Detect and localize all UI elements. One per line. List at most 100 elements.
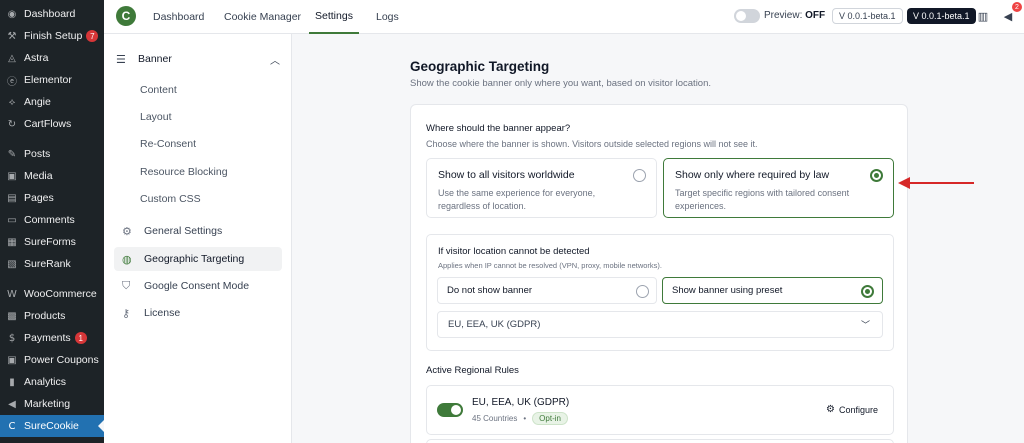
preview-label: Preview: OFF (764, 10, 826, 21)
fallback-option-preset[interactable]: Show banner using preset (662, 277, 883, 304)
wp-menu-woocommerce[interactable]: W WooCommerce (0, 283, 104, 305)
wp-menu-marketing[interactable]: ◀ Marketing (0, 393, 104, 415)
nav-content[interactable]: Content (140, 84, 177, 96)
astra-icon: ◬ (8, 52, 16, 64)
docs-icon[interactable]: ▥ (975, 8, 991, 24)
banner-group[interactable]: ☰ Banner ︿ (116, 48, 284, 70)
nav-geographic-targeting-label: Geographic Targeting (144, 253, 245, 265)
wp-menu-label: Astra (24, 52, 49, 64)
radio-worldwide[interactable] (633, 169, 646, 182)
wp-menu-surerank[interactable]: ▧ SureRank (0, 253, 104, 275)
tab-dashboard[interactable]: Dashboard (153, 0, 204, 34)
wp-menu-label: Analytics (24, 376, 67, 388)
pin-icon: ✎ (7, 148, 17, 160)
wp-menu-products[interactable]: ▩ Products (0, 305, 104, 327)
nav-custom-css[interactable]: Custom CSS (140, 193, 201, 205)
option-required-by-law-title: Show only where required by law (675, 169, 830, 181)
settings-nav: ☰ Banner ︿ Content Layout Re-Consent Res… (104, 34, 292, 443)
nav-license[interactable]: ⚷ License (114, 301, 282, 325)
surecookie-icon: C (8, 420, 16, 432)
wp-menu-dashboard[interactable]: ◉ Dashboard (0, 3, 104, 25)
annotation-arrow (898, 177, 974, 189)
top-bar: C Dashboard Cookie Manager Settings Logs… (104, 0, 1024, 34)
surecookie-logo[interactable]: C (116, 6, 136, 26)
wp-menu-label: Power Coupons (24, 354, 99, 366)
nav-google-consent-mode[interactable]: ⛉ Google Consent Mode (114, 274, 282, 298)
rule-enable-toggle[interactable] (437, 403, 463, 417)
nav-geographic-targeting[interactable]: ◍ Geographic Targeting (114, 247, 282, 271)
update-count-badge: 1 (74, 332, 87, 344)
wp-menu-surecookie[interactable]: C SureCookie (0, 415, 104, 437)
nav-general-settings-label: General Settings (144, 225, 223, 237)
gear-icon: ⚙ (122, 224, 132, 238)
rule-name: EU, EEA, UK (GDPR) (472, 397, 570, 408)
wp-menu-comments[interactable]: ▭ Comments (0, 209, 104, 231)
nav-resource-blocking[interactable]: Resource Blocking (140, 166, 228, 178)
coupons-icon: ▣ (7, 354, 17, 366)
elementor-icon: ⓔ (7, 76, 17, 88)
preview-toggle[interactable] (734, 9, 760, 23)
wp-menu-pages[interactable]: ▤ Pages (0, 187, 104, 209)
key-icon: ⚷ (122, 306, 131, 320)
products-icon: ▩ (7, 310, 17, 322)
version-badge: V 0.0.1-beta.1 (832, 8, 903, 24)
wp-menu-finish-setup[interactable]: ⚒ Finish Setup 7 (0, 25, 104, 47)
wp-menu-label: Posts (24, 148, 51, 160)
wp-menu-label: Dashboard (24, 8, 76, 20)
rule-country-count: 45 Countries (472, 414, 518, 423)
nav-general-settings[interactable]: ⚙ General Settings (114, 219, 282, 243)
radio-hide-banner[interactable] (636, 285, 649, 298)
wp-menu-label: Products (24, 310, 66, 322)
wp-menu-sureforms[interactable]: ▦ SureForms (0, 231, 104, 253)
wp-menu-label: WooCommerce (24, 288, 97, 300)
tab-logs[interactable]: Logs (376, 0, 399, 34)
analytics-icon: ▮ (9, 376, 15, 388)
chevron-up-icon[interactable]: ︿ (270, 52, 280, 67)
cartflows-icon: ↻ (7, 118, 17, 130)
tab-settings[interactable]: Settings (309, 0, 359, 34)
regional-rule-row (426, 385, 894, 435)
option-required-by-law[interactable]: Show only where required by law Target s… (663, 158, 894, 218)
update-count-badge: 7 (86, 30, 99, 42)
notification-badge: 2 (1012, 2, 1022, 12)
wp-admin-sidebar: ◉ Dashboard ⚒ Finish Setup 7 ◬ Astra ⓔ Elementor… (0, 0, 104, 443)
banner-group-label: Banner (138, 53, 172, 65)
regional-rule-row-next (426, 439, 894, 443)
question-description: Choose where the banner is shown. Visito… (426, 139, 758, 149)
comment-icon: ▭ (7, 214, 17, 226)
wp-menu-label: Elementor (24, 74, 72, 86)
wp-menu-elementor[interactable]: ⓔ Elementor (0, 69, 104, 91)
option-worldwide[interactable]: Show to all visitors worldwide Use the s… (426, 158, 657, 218)
preset-select[interactable]: EU, EEA, UK (GDPR) ﹀ (437, 311, 883, 338)
megaphone-icon: ◀ (8, 398, 16, 410)
wp-menu-payments[interactable]: $ Payments 1 (0, 327, 104, 349)
nav-re-consent[interactable]: Re-Consent (140, 138, 196, 150)
chevron-down-icon: ﹀ (860, 321, 870, 331)
radio-required-by-law[interactable] (870, 169, 883, 182)
nav-google-consent-mode-label: Google Consent Mode (144, 280, 250, 292)
wp-menu-analytics[interactable]: ▮ Analytics (0, 371, 104, 393)
radio-preset-banner[interactable] (861, 285, 874, 298)
surerank-icon: ▧ (7, 258, 17, 270)
configure-label: Configure (838, 404, 878, 415)
page-description: Show the cookie banner only where you wa… (410, 78, 712, 89)
option-worldwide-title: Show to all visitors worldwide (438, 169, 575, 181)
fallback-option-hide[interactable]: Do not show banner (437, 277, 657, 304)
rule-meta: 45 Countries • Opt-in (472, 412, 568, 425)
wp-menu-label: Media (24, 170, 53, 182)
nav-layout[interactable]: Layout (140, 111, 172, 123)
wp-menu-posts[interactable]: ✎ Posts (0, 143, 104, 165)
wp-menu-cartflows[interactable]: ↻ CartFlows (0, 113, 104, 135)
tab-cookie-manager[interactable]: Cookie Manager (224, 0, 301, 34)
wp-menu-power-coupons[interactable]: ▣ Power Coupons (0, 349, 104, 371)
wp-menu-astra[interactable]: ◬ Astra (0, 47, 104, 69)
fallback-description: Applies when IP cannot be resolved (VPN,… (438, 261, 662, 270)
wp-menu-media[interactable]: ▣ Media (0, 165, 104, 187)
wp-menu-angie[interactable]: ⟡ Angie (0, 91, 104, 113)
configure-button[interactable]: ⚙ Configure (826, 404, 878, 415)
wp-menu-label: Pages (24, 192, 54, 204)
shield-icon: ⛉ (122, 279, 131, 292)
wp-menu-label: SureCookie (24, 420, 79, 432)
option-worldwide-desc: Use the same experience for everyone, re… (438, 188, 596, 211)
angie-icon: ⟡ (8, 96, 16, 108)
